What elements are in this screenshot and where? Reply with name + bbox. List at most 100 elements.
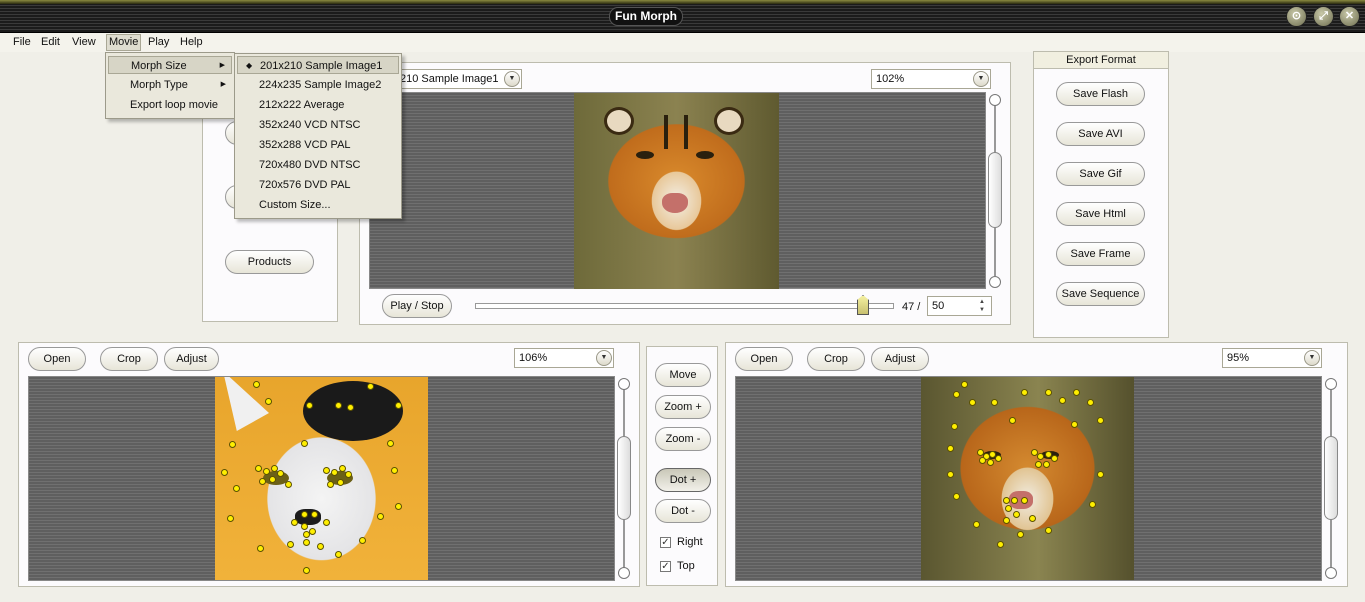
morph-control-dot[interactable] bbox=[229, 441, 236, 448]
morph-control-dot[interactable] bbox=[285, 481, 292, 488]
morph-control-dot[interactable] bbox=[953, 391, 960, 398]
morph-control-dot[interactable] bbox=[969, 399, 976, 406]
morph-control-dot[interactable] bbox=[306, 402, 313, 409]
preview-zoom-select[interactable]: 102% ▼ bbox=[871, 69, 991, 89]
morph-control-dot[interactable] bbox=[1045, 527, 1052, 534]
morph-control-dot[interactable] bbox=[947, 445, 954, 452]
left-crop-button[interactable]: Crop bbox=[100, 347, 158, 371]
play-stop-button[interactable]: Play / Stop bbox=[382, 294, 452, 318]
size-option-average[interactable]: 212x222 Average bbox=[237, 96, 399, 114]
morph-control-dot[interactable] bbox=[395, 503, 402, 510]
morph-control-dot[interactable] bbox=[301, 523, 308, 530]
morph-control-dot[interactable] bbox=[301, 511, 308, 518]
morph-control-dot[interactable] bbox=[391, 467, 398, 474]
morph-control-dot[interactable] bbox=[337, 479, 344, 486]
right-checkbox[interactable]: ✓ bbox=[660, 537, 671, 548]
morph-control-dot[interactable] bbox=[269, 476, 276, 483]
morph-control-dot[interactable] bbox=[265, 398, 272, 405]
morph-control-dot[interactable] bbox=[303, 539, 310, 546]
morph-control-dot[interactable] bbox=[253, 381, 260, 388]
save-gif-button[interactable]: Save Gif bbox=[1056, 162, 1145, 186]
morph-control-dot[interactable] bbox=[323, 467, 330, 474]
morph-control-dot[interactable] bbox=[339, 465, 346, 472]
right-image-canvas[interactable] bbox=[735, 376, 1322, 581]
menu-edit[interactable]: Edit bbox=[39, 35, 62, 50]
minimize-icon[interactable]: ⊙ bbox=[1286, 6, 1307, 27]
morph-control-dot[interactable] bbox=[221, 469, 228, 476]
save-flash-button[interactable]: Save Flash bbox=[1056, 82, 1145, 106]
morph-control-dot[interactable] bbox=[1029, 515, 1036, 522]
menu-movie[interactable]: Movie bbox=[106, 34, 142, 51]
menu-view[interactable]: View bbox=[70, 35, 98, 50]
morph-control-dot[interactable] bbox=[257, 545, 264, 552]
morph-control-dot[interactable] bbox=[1073, 389, 1080, 396]
morph-control-dot[interactable] bbox=[367, 383, 374, 390]
zoom-out-button[interactable]: Zoom - bbox=[655, 427, 711, 451]
left-image-canvas[interactable] bbox=[28, 376, 615, 581]
save-sequence-button[interactable]: Save Sequence bbox=[1056, 282, 1145, 306]
morph-control-dot[interactable] bbox=[327, 481, 334, 488]
scroll-up-icon[interactable] bbox=[618, 378, 630, 390]
menu-file[interactable]: File bbox=[11, 35, 33, 50]
frame-total-value[interactable]: 50 bbox=[932, 300, 944, 312]
morph-control-dot[interactable] bbox=[1009, 417, 1016, 424]
size-option-sample1[interactable]: ◆ 201x210 Sample Image1 bbox=[237, 56, 399, 74]
chevron-down-icon[interactable]: ▼ bbox=[596, 350, 612, 366]
morph-control-dot[interactable] bbox=[263, 468, 270, 475]
scroll-thumb[interactable] bbox=[988, 152, 1002, 228]
morph-control-dot[interactable] bbox=[359, 537, 366, 544]
save-avi-button[interactable]: Save AVI bbox=[1056, 122, 1145, 146]
morph-size-select[interactable]: 210 Sample Image1 ▼ bbox=[396, 69, 522, 89]
morph-control-dot[interactable] bbox=[335, 551, 342, 558]
right-adjust-button[interactable]: Adjust bbox=[871, 347, 929, 371]
close-icon[interactable]: ✕ bbox=[1339, 6, 1360, 27]
morph-control-dot[interactable] bbox=[951, 423, 958, 430]
morph-control-dot[interactable] bbox=[347, 404, 354, 411]
morph-control-dot[interactable] bbox=[991, 399, 998, 406]
morph-control-dot[interactable] bbox=[255, 465, 262, 472]
morph-control-dot[interactable] bbox=[335, 402, 342, 409]
frame-total-spinner[interactable]: 50 ▲ ▼ bbox=[927, 296, 992, 316]
morph-control-dot[interactable] bbox=[953, 493, 960, 500]
menu-item-morph-type[interactable]: Morph Type ▶ bbox=[108, 76, 232, 94]
morph-control-dot[interactable] bbox=[345, 471, 352, 478]
menu-item-morph-size[interactable]: Morph Size ▶ bbox=[108, 56, 232, 74]
morph-control-dot[interactable] bbox=[317, 543, 324, 550]
left-open-button[interactable]: Open bbox=[28, 347, 86, 371]
morph-control-dot[interactable] bbox=[387, 440, 394, 447]
morph-control-dot[interactable] bbox=[995, 455, 1002, 462]
morph-control-dot[interactable] bbox=[1003, 517, 1010, 524]
morph-control-dot[interactable] bbox=[1017, 531, 1024, 538]
morph-control-dot[interactable] bbox=[377, 513, 384, 520]
menu-item-export-loop-movie[interactable]: Export loop movie bbox=[108, 96, 232, 114]
right-image-scrollbar[interactable] bbox=[1324, 376, 1338, 581]
size-option-dvd-ntsc[interactable]: 720x480 DVD NTSC bbox=[237, 156, 399, 174]
morph-control-dot[interactable] bbox=[973, 521, 980, 528]
morph-control-dot[interactable] bbox=[1021, 497, 1028, 504]
products-button[interactable]: Products bbox=[225, 250, 314, 274]
morph-control-dot[interactable] bbox=[233, 485, 240, 492]
morph-control-dot[interactable] bbox=[987, 459, 994, 466]
frame-slider[interactable] bbox=[475, 295, 894, 315]
spinner-up-icon[interactable]: ▲ bbox=[974, 298, 990, 306]
morph-control-dot[interactable] bbox=[1021, 389, 1028, 396]
size-option-vcd-pal[interactable]: 352x288 VCD PAL bbox=[237, 136, 399, 154]
morph-control-dot[interactable] bbox=[291, 519, 298, 526]
scroll-down-icon[interactable] bbox=[989, 276, 1001, 288]
right-crop-button[interactable]: Crop bbox=[807, 347, 865, 371]
morph-control-dot[interactable] bbox=[1043, 461, 1050, 468]
zoom-in-button[interactable]: Zoom + bbox=[655, 395, 711, 419]
morph-control-dot[interactable] bbox=[395, 402, 402, 409]
dot-add-button[interactable]: Dot + bbox=[655, 468, 711, 492]
morph-control-dot[interactable] bbox=[1089, 501, 1096, 508]
morph-control-dot[interactable] bbox=[227, 515, 234, 522]
cat-image[interactable] bbox=[215, 377, 428, 580]
left-adjust-button[interactable]: Adjust bbox=[164, 347, 219, 371]
morph-control-dot[interactable] bbox=[259, 478, 266, 485]
morph-control-dot[interactable] bbox=[947, 471, 954, 478]
frame-slider-thumb[interactable] bbox=[857, 295, 869, 315]
left-image-scrollbar[interactable] bbox=[617, 376, 631, 581]
morph-control-dot[interactable] bbox=[1003, 497, 1010, 504]
morph-control-dot[interactable] bbox=[1087, 399, 1094, 406]
morph-control-dot[interactable] bbox=[277, 470, 284, 477]
